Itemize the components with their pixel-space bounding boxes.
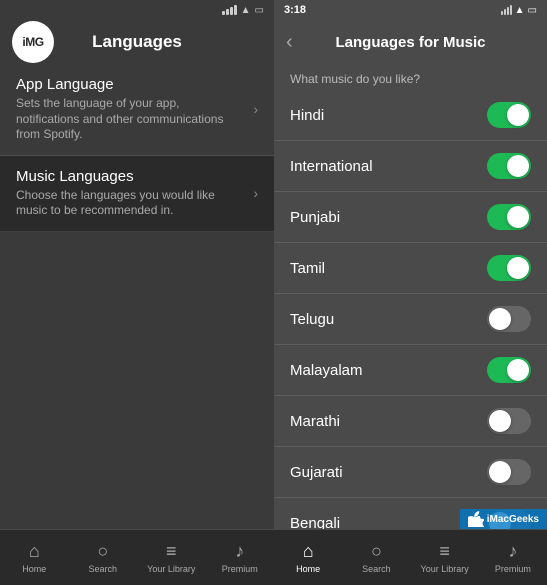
app-language-title: App Language xyxy=(16,76,245,93)
toggle-knob xyxy=(507,359,529,381)
status-bar-left: ▲ ▭ xyxy=(0,0,274,20)
music-languages-row[interactable]: Music Languages Choose the languages you… xyxy=(0,156,274,232)
language-row: Tamil xyxy=(274,243,547,294)
language-list: Hindi International Punjabi Tamil Telugu Mala… xyxy=(274,90,547,529)
left-header-title: Languages xyxy=(92,32,182,52)
language-toggle[interactable] xyxy=(487,204,531,230)
language-toggle[interactable] xyxy=(487,255,531,281)
toggle-knob xyxy=(489,461,511,483)
language-row: Hindi xyxy=(274,90,547,141)
music-languages-desc: Choose the languages you would like musi… xyxy=(16,188,245,219)
left-nav-home[interactable]: ⌂ Home xyxy=(0,541,69,574)
language-toggle[interactable] xyxy=(487,102,531,128)
wifi-icon-left: ▲ xyxy=(241,5,251,16)
back-button[interactable]: ‹ xyxy=(286,31,293,54)
home-icon-right: ⌂ xyxy=(303,541,314,562)
language-toggle[interactable] xyxy=(487,153,531,179)
language-name: Marathi xyxy=(290,413,340,430)
left-content: App Language Sets the language of your a… xyxy=(0,64,274,529)
toggle-knob xyxy=(507,206,529,228)
library-icon-right: ≡ xyxy=(439,541,450,562)
watermark-text: iMacGeeks xyxy=(487,514,539,525)
library-label-left: Your Library xyxy=(147,564,195,574)
right-nav-home[interactable]: ⌂ Home xyxy=(274,541,342,574)
language-name: Bengali xyxy=(290,515,340,530)
toggle-knob xyxy=(507,257,529,279)
status-bar-right: 3:18 ▲ ▭ xyxy=(274,0,547,20)
app-language-row[interactable]: App Language Sets the language of your a… xyxy=(0,64,274,156)
right-header-title: Languages for Music xyxy=(335,34,485,51)
search-icon-right: ○ xyxy=(371,541,382,562)
right-header: ‹ Languages for Music xyxy=(274,20,547,64)
app-language-chevron: › xyxy=(253,101,258,117)
language-name: Tamil xyxy=(290,260,325,277)
premium-icon-right: ♪ xyxy=(508,541,517,562)
language-row: Marathi xyxy=(274,396,547,447)
language-toggle[interactable] xyxy=(487,408,531,434)
left-nav-premium[interactable]: ♪ Premium xyxy=(206,541,275,574)
language-toggle[interactable] xyxy=(487,357,531,383)
watermark: iMacGeeks xyxy=(460,509,547,529)
search-label-right: Search xyxy=(362,564,391,574)
toggle-knob xyxy=(507,104,529,126)
language-row: Gujarati xyxy=(274,447,547,498)
language-row: International xyxy=(274,141,547,192)
premium-label-left: Premium xyxy=(222,564,258,574)
toggle-knob xyxy=(489,410,511,432)
language-name: Telugu xyxy=(290,311,334,328)
language-row: Telugu xyxy=(274,294,547,345)
library-label-right: Your Library xyxy=(421,564,469,574)
search-icon-left: ○ xyxy=(97,541,108,562)
battery-icon-right: ▭ xyxy=(528,5,537,16)
language-toggle[interactable] xyxy=(487,459,531,485)
home-label-right: Home xyxy=(296,564,320,574)
left-header: iMG Languages xyxy=(0,20,274,64)
app-language-desc: Sets the language of your app, notificat… xyxy=(16,96,245,143)
language-toggle[interactable] xyxy=(487,306,531,332)
language-row: Punjabi xyxy=(274,192,547,243)
status-right-icons: ▲ ▭ xyxy=(501,5,537,16)
left-panel: ▲ ▭ iMG Languages App Language Sets the … xyxy=(0,0,274,585)
home-icon-left: ⌂ xyxy=(29,541,40,562)
section-title: What music do you like? xyxy=(274,64,547,90)
left-nav-search[interactable]: ○ Search xyxy=(69,541,138,574)
language-name: Hindi xyxy=(290,107,324,124)
status-time: 3:18 xyxy=(284,4,306,16)
language-name: International xyxy=(290,158,373,175)
premium-icon-left: ♪ xyxy=(235,541,244,562)
logo: iMG xyxy=(12,21,54,63)
right-nav-library[interactable]: ≡ Your Library xyxy=(411,541,479,574)
left-nav-bar: ⌂ Home ○ Search ≡ Your Library ♪ Premium xyxy=(0,529,274,585)
music-languages-chevron: › xyxy=(253,185,258,201)
music-languages-title: Music Languages xyxy=(16,168,245,185)
toggle-knob xyxy=(489,308,511,330)
right-nav-bar: ⌂ Home ○ Search ≡ Your Library ♪ Premium xyxy=(274,529,547,585)
language-name: Malayalam xyxy=(290,362,363,379)
search-label-left: Search xyxy=(88,564,117,574)
right-nav-search[interactable]: ○ Search xyxy=(342,541,410,574)
apple-logo-icon xyxy=(468,511,484,527)
battery-icon-left: ▭ xyxy=(255,5,264,16)
premium-label-right: Premium xyxy=(495,564,531,574)
signal-bars-left xyxy=(222,5,237,15)
wifi-icon-right: ▲ xyxy=(515,5,525,16)
home-label-left: Home xyxy=(22,564,46,574)
language-row: Malayalam xyxy=(274,345,547,396)
language-name: Punjabi xyxy=(290,209,340,226)
language-name: Gujarati xyxy=(290,464,343,481)
right-panel: 3:18 ▲ ▭ ‹ Languages for Music What musi… xyxy=(274,0,547,585)
left-nav-library[interactable]: ≡ Your Library xyxy=(137,541,206,574)
toggle-knob xyxy=(507,155,529,177)
library-icon-left: ≡ xyxy=(166,541,177,562)
right-nav-premium[interactable]: ♪ Premium xyxy=(479,541,547,574)
signal-bars-right xyxy=(501,5,512,15)
